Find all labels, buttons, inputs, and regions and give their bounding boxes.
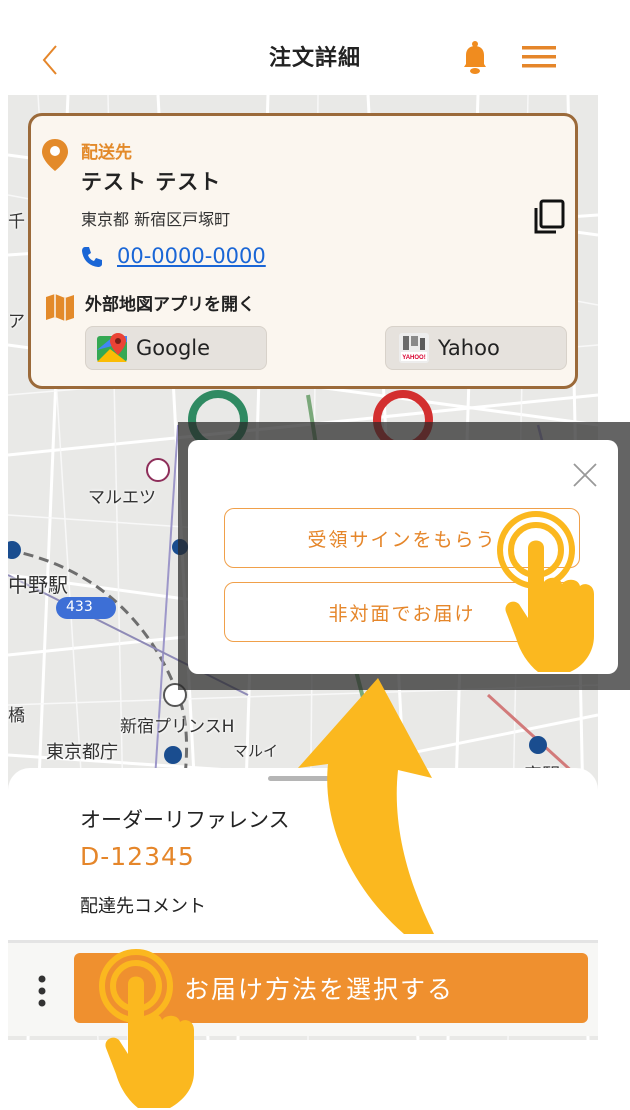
location-pin-icon — [42, 139, 68, 171]
yahoo-maps-icon: YAHOO! — [399, 333, 429, 363]
map-label-maruetsu: マルエツ — [88, 488, 156, 508]
destination-label: 配送先 — [81, 143, 132, 163]
copy-icon — [534, 199, 565, 234]
map-label-marui: マルイ — [233, 742, 279, 760]
tap-hand-icon-footer — [99, 949, 194, 1108]
google-maps-button[interactable]: Google — [85, 326, 267, 370]
notification-button[interactable] — [458, 40, 492, 76]
hamburger-menu-icon — [522, 46, 556, 68]
map-label-nakano-station: 中野駅 — [8, 573, 68, 597]
tap-hand-icon-popup — [497, 511, 594, 672]
delivery-comment-label: 配達先コメント — [80, 896, 206, 917]
open-map-label: 外部地図アプリを開く — [85, 295, 255, 315]
more-options-button[interactable] — [32, 973, 52, 1013]
map-label-shinjuku-prince: 新宿プリンスH — [120, 717, 235, 737]
yahoo-button-label: Yahoo — [438, 336, 500, 360]
phone-link[interactable]: 00-0000-0000 — [117, 244, 266, 268]
map-label-edge-2: ア — [8, 312, 25, 332]
recipient-name: テスト テスト — [81, 170, 222, 194]
order-reference-label: オーダーリファレンス — [80, 808, 290, 832]
recipient-address: 東京都 新宿区戸塚町 — [81, 210, 231, 229]
google-button-label: Google — [136, 336, 211, 360]
destination-card: 配送先 テスト テスト 東京都 新宿区戸塚町 00-0000-0000 外部地図… — [28, 113, 578, 389]
popup-close-button[interactable] — [572, 462, 598, 488]
vertical-dots-icon — [38, 975, 46, 1007]
phone-icon — [82, 247, 102, 267]
bell-icon — [464, 41, 486, 74]
curved-arrow-annotation — [298, 678, 434, 934]
yahoo-badge-text: YAHOO! — [402, 355, 425, 361]
copy-address-button[interactable] — [531, 199, 565, 235]
order-reference-value: D-12345 — [80, 842, 195, 871]
map-icon — [46, 294, 74, 321]
select-delivery-method-label: お届け方法を選択する — [184, 975, 455, 1004]
google-maps-icon — [97, 333, 127, 362]
map-label-tocho: 東京都庁 — [46, 742, 118, 763]
map-label-route-433: 433 — [66, 599, 93, 615]
map-label-edge-1: 千 — [8, 212, 25, 232]
map-label-edge-3: 橋 — [8, 706, 25, 726]
yahoo-maps-button[interactable]: YAHOO! Yahoo — [385, 326, 567, 370]
close-icon — [573, 463, 597, 487]
menu-button[interactable] — [520, 42, 558, 72]
app-header: 注文詳細 — [0, 0, 630, 95]
